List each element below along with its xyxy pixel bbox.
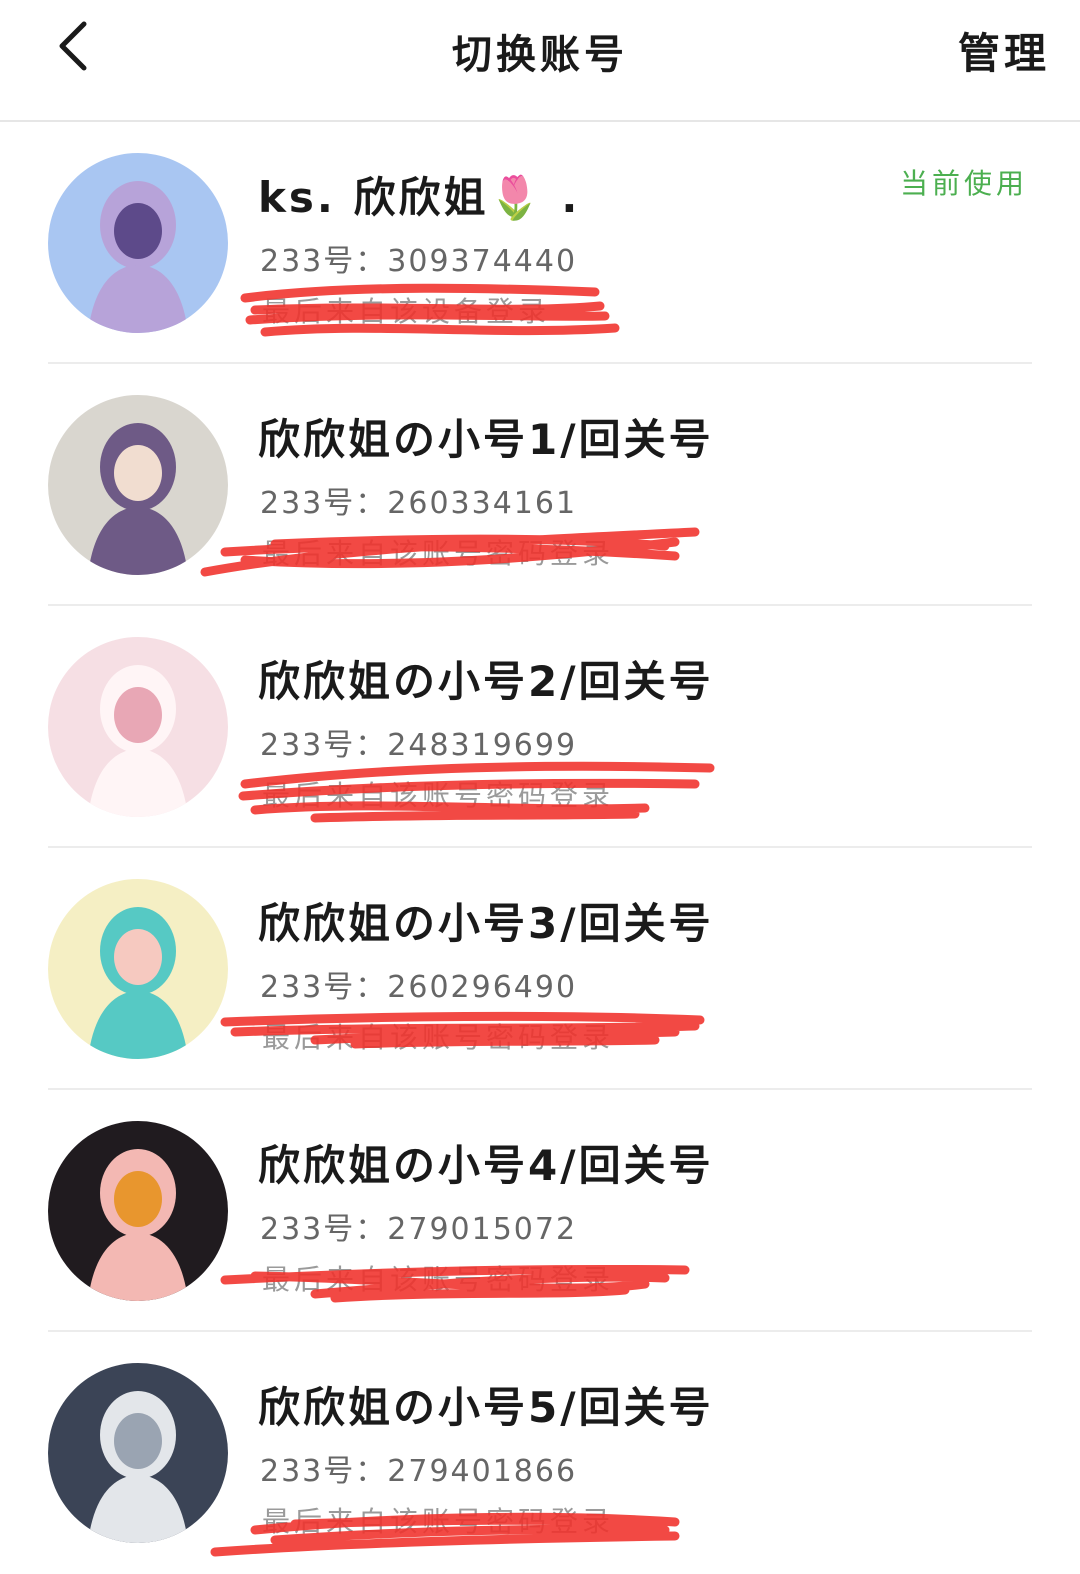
- avatar: [48, 1363, 228, 1543]
- account-id-value: 309374440: [387, 244, 578, 279]
- account-id: 233号：260296490: [260, 962, 577, 1006]
- account-name: 欣欣姐の小号4/回关号: [258, 1141, 714, 1190]
- last-login-text: 最后来自该账号密码登录: [262, 537, 615, 570]
- account-row[interactable]: 欣欣姐の小号5/回关号 233号：279401866 最后来自该账号密码登录: [0, 1332, 1080, 1574]
- account-id: 233号：260334161: [260, 478, 577, 522]
- account-name: 欣欣姐の小号3/回关号: [258, 899, 714, 948]
- account-id-value: 279015072: [387, 1212, 578, 1247]
- current-badge: 当前使用: [899, 167, 1028, 200]
- last-login-text: 最后来自该设备登录: [262, 295, 551, 328]
- account-id-value: 260334161: [387, 486, 578, 521]
- account-row[interactable]: ks. 欣欣姐🌷 . 233号：309374440 最后来自该设备登录 当前使用: [0, 122, 1080, 364]
- account-id-label: 233号：: [260, 728, 388, 763]
- account-name: 欣欣姐の小号5/回关号: [258, 1383, 714, 1432]
- manage-button[interactable]: 管理: [958, 20, 1050, 81]
- account-id: 233号：279401866: [260, 1446, 577, 1490]
- last-login-text: 最后来自该账号密码登录: [262, 779, 615, 812]
- account-id-label: 233号：: [260, 1212, 388, 1247]
- avatar: [48, 1121, 228, 1301]
- account-row[interactable]: 欣欣姐の小号2/回关号 233号：248319699 最后来自该账号密码登录: [0, 606, 1080, 848]
- account-id-label: 233号：: [260, 486, 388, 521]
- avatar: [48, 637, 228, 817]
- account-row[interactable]: 欣欣姐の小号3/回关号 233号：260296490 最后来自该账号密码登录: [0, 848, 1080, 1090]
- last-login-text: 最后来自该账号密码登录: [262, 1505, 615, 1538]
- account-name: ks. 欣欣姐🌷 .: [258, 173, 581, 222]
- account-id-value: 248319699: [387, 728, 578, 763]
- account-name: 欣欣姐の小号1/回关号: [258, 415, 714, 464]
- page-title: 切换账号: [452, 32, 628, 78]
- account-id: 233号：248319699: [260, 720, 577, 764]
- account-id: 233号：279015072: [260, 1204, 577, 1248]
- account-id-value: 260296490: [387, 970, 578, 1005]
- account-row[interactable]: 欣欣姐の小号4/回关号 233号：279015072 最后来自该账号密码登录: [0, 1090, 1080, 1332]
- avatar: [48, 153, 228, 333]
- account-name: 欣欣姐の小号2/回关号: [258, 657, 714, 706]
- account-id: 233号：309374440: [260, 236, 577, 280]
- avatar: [48, 879, 228, 1059]
- top-bar: 切换账号 管理: [0, 0, 1080, 122]
- last-login-text: 最后来自该账号密码登录: [262, 1021, 615, 1054]
- account-id-label: 233号：: [260, 970, 388, 1005]
- avatar: [48, 395, 228, 575]
- account-id-label: 233号：: [260, 1454, 388, 1489]
- last-login-text: 最后来自该账号密码登录: [262, 1263, 615, 1296]
- account-id-value: 279401866: [387, 1454, 578, 1489]
- account-row[interactable]: 欣欣姐の小号1/回关号 233号：260334161 最后来自该账号密码登录: [0, 364, 1080, 606]
- account-list: ks. 欣欣姐🌷 . 233号：309374440 最后来自该设备登录 当前使用…: [0, 122, 1080, 1574]
- account-id-label: 233号：: [260, 244, 388, 279]
